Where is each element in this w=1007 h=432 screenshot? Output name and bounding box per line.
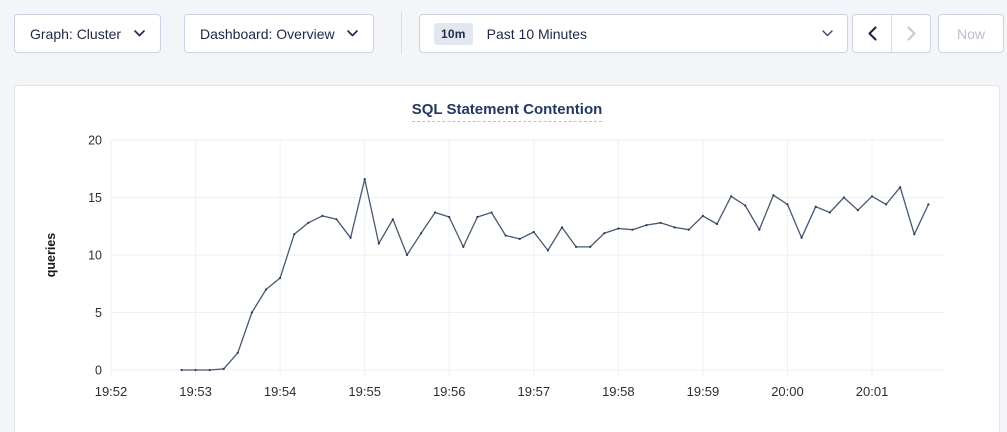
graph-selector-label: Graph: Cluster <box>30 26 121 42</box>
time-nav-control <box>852 14 931 53</box>
svg-text:19:56: 19:56 <box>433 384 466 399</box>
svg-text:19:54: 19:54 <box>264 384 297 399</box>
time-next-button[interactable] <box>891 15 930 52</box>
svg-text:20:00: 20:00 <box>771 384 804 399</box>
chevron-right-icon <box>907 26 916 41</box>
time-range-label: Past 10 Minutes <box>487 26 587 42</box>
chevron-down-icon <box>347 30 358 37</box>
chevron-left-icon <box>868 26 877 41</box>
chevron-down-icon <box>134 30 145 37</box>
svg-text:19:52: 19:52 <box>95 384 128 399</box>
now-button[interactable]: Now <box>938 14 1004 53</box>
chevron-down-icon <box>822 30 833 37</box>
chart-card: SQL Statement Contention 0510152019:5219… <box>14 85 1000 432</box>
time-prev-button[interactable] <box>853 15 891 52</box>
svg-text:19:58: 19:58 <box>602 384 635 399</box>
svg-text:19:59: 19:59 <box>687 384 720 399</box>
line-chart[interactable]: 0 5 10 15 20 19:52 19:53 19:54 19:55 19:56 19:57 19… <box>15 86 1001 426</box>
svg-text:20: 20 <box>88 134 102 148</box>
svg-text:20:01: 20:01 <box>856 384 889 399</box>
graph-selector-dropdown[interactable]: Graph: Cluster <box>14 14 161 53</box>
dashboard-selector-dropdown[interactable]: Dashboard: Overview <box>184 14 374 53</box>
svg-text:queries: queries <box>44 233 58 278</box>
time-range-selector[interactable]: 10m Past 10 Minutes <box>419 14 848 53</box>
divider <box>401 12 402 54</box>
svg-text:19:57: 19:57 <box>518 384 551 399</box>
svg-text:19:55: 19:55 <box>348 384 381 399</box>
dashboard-selector-label: Dashboard: Overview <box>200 26 335 42</box>
svg-text:0: 0 <box>95 364 102 378</box>
svg-text:5: 5 <box>95 306 102 320</box>
svg-text:19:53: 19:53 <box>179 384 212 399</box>
time-range-badge: 10m <box>434 23 473 45</box>
svg-text:10: 10 <box>88 249 102 263</box>
svg-text:15: 15 <box>88 191 102 205</box>
